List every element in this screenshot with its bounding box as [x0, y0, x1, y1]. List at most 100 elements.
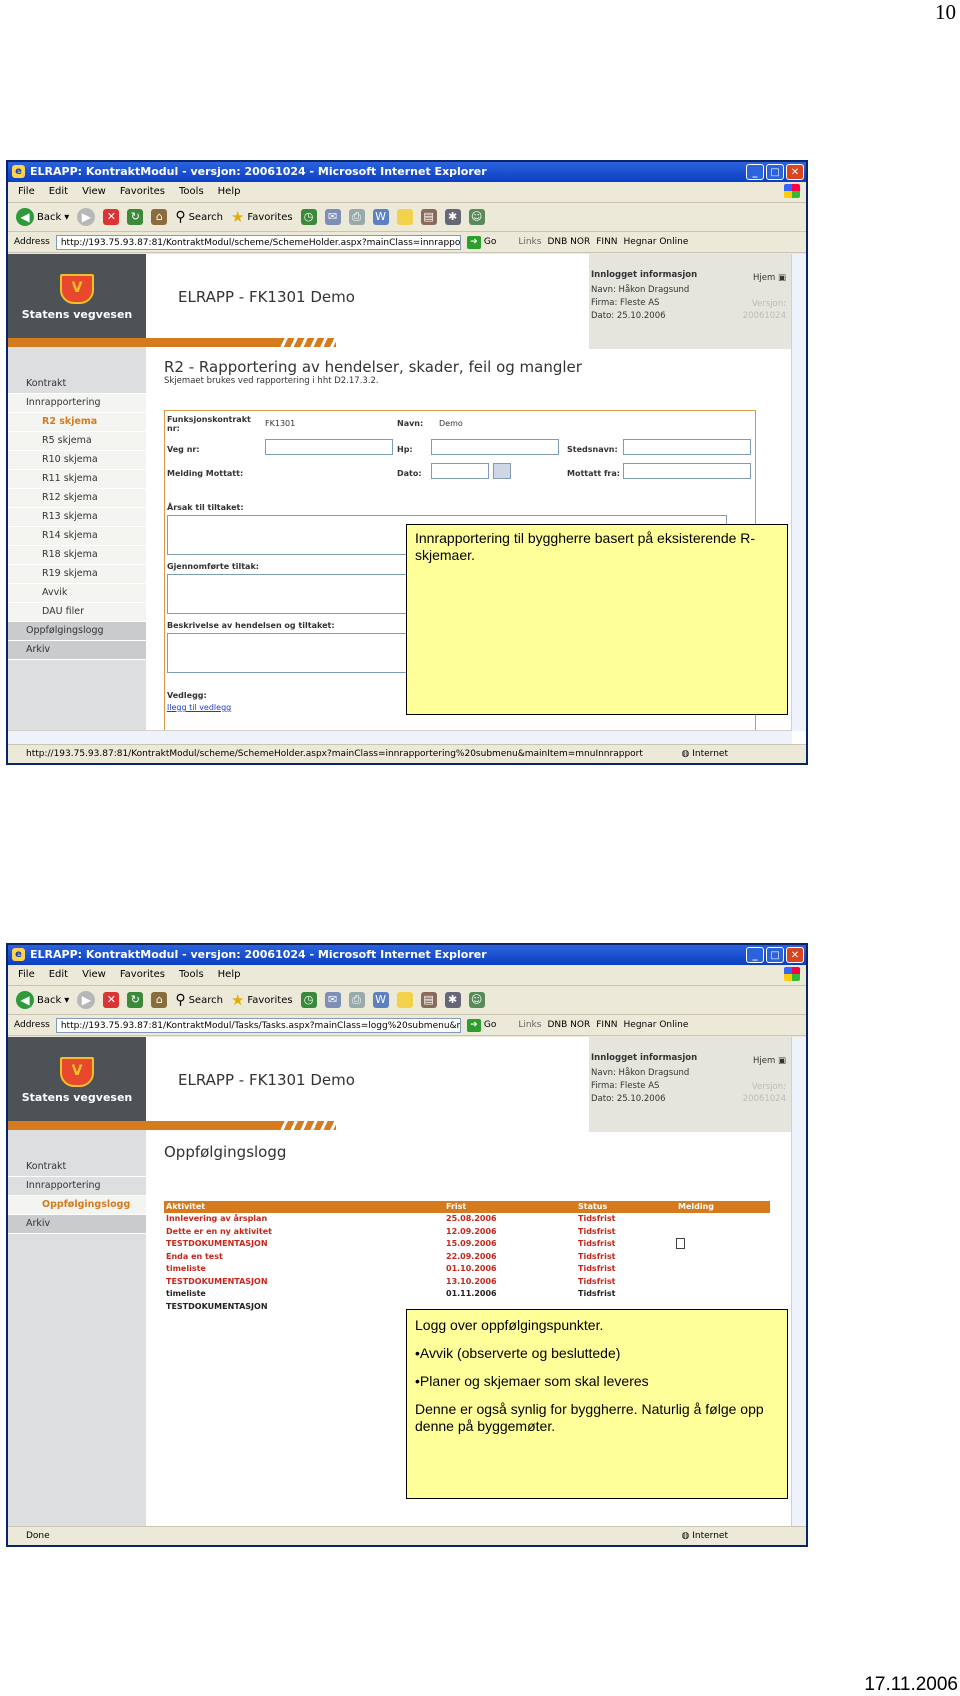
nav-innrapportering[interactable]: Innrapportering	[8, 394, 146, 413]
search-button[interactable]: ⚲ Search	[175, 992, 223, 1008]
close-button[interactable]: ✕	[786, 947, 804, 963]
home-icon[interactable]: ⌂	[151, 209, 168, 225]
maximize-button[interactable]: □	[766, 164, 784, 180]
nav-r19[interactable]: R19 skjema	[8, 565, 146, 584]
col-status: Status	[578, 1202, 608, 1211]
menu-file[interactable]: File	[18, 182, 35, 202]
hp-input[interactable]	[431, 439, 559, 455]
nav-kontrakt[interactable]: Kontrakt	[8, 1158, 146, 1177]
note-icon[interactable]	[396, 209, 413, 225]
nav-r14[interactable]: R14 skjema	[8, 527, 146, 546]
menu-favorites[interactable]: Favorites	[120, 965, 165, 985]
horizontal-scrollbar[interactable]	[8, 730, 792, 745]
plugin-icon[interactable]: ✱	[444, 209, 461, 225]
nav-oppfolgingslogg[interactable]: Oppfølgingslogg	[8, 622, 146, 641]
vertical-scrollbar[interactable]	[791, 1037, 806, 1527]
address-label: Address	[14, 1020, 50, 1030]
stedsnavn-input[interactable]	[623, 439, 751, 455]
history-icon[interactable]: ◷	[300, 992, 317, 1008]
link-finn[interactable]: FINN	[596, 1020, 617, 1030]
nav-r2[interactable]: R2 skjema	[8, 413, 146, 432]
link-hegnar[interactable]: Hegnar Online	[624, 237, 689, 247]
minimize-button[interactable]: _	[746, 164, 764, 180]
stop-icon[interactable]: ✕	[103, 992, 120, 1008]
menu-tools[interactable]: Tools	[179, 965, 204, 985]
close-button[interactable]: ✕	[786, 164, 804, 180]
message-icon[interactable]	[676, 1238, 685, 1249]
back-button[interactable]: ◀ Back ▾	[16, 208, 69, 226]
vertical-scrollbar[interactable]	[791, 254, 806, 731]
favorites-button[interactable]: ★ Favorites	[231, 991, 293, 1009]
version-label: Versjon:	[751, 1082, 786, 1092]
messenger-icon[interactable]: ☺	[468, 209, 485, 225]
forward-button[interactable]: ▶	[77, 208, 96, 226]
plugin-icon[interactable]: ✱	[444, 992, 461, 1008]
print-icon[interactable]: ⎙	[348, 992, 365, 1008]
maximize-button[interactable]: □	[766, 947, 784, 963]
table-row[interactable]: Innlevering av årsplan 25.08.2006 Tidsfris…	[164, 1213, 770, 1226]
link-hegnar[interactable]: Hegnar Online	[624, 1020, 689, 1030]
home-link[interactable]: Hjem ▣	[753, 1056, 786, 1066]
nav-r18[interactable]: R18 skjema	[8, 546, 146, 565]
home-icon[interactable]: ⌂	[151, 992, 168, 1008]
table-row[interactable]: Dette er en ny aktivitet 12.09.2006 Tidsfr…	[164, 1226, 770, 1239]
nav-avvik[interactable]: Avvik	[8, 584, 146, 603]
link-dnb[interactable]: DNB NOR	[547, 237, 590, 247]
refresh-icon[interactable]: ↻	[127, 992, 144, 1008]
nav-arkiv[interactable]: Arkiv	[8, 641, 146, 660]
back-button[interactable]: ◀ Back ▾	[16, 991, 69, 1009]
menu-help[interactable]: Help	[218, 965, 241, 985]
address-input[interactable]: http://193.75.93.87:81/KontraktModul/Tas…	[55, 1017, 461, 1033]
forward-button[interactable]: ▶	[77, 991, 96, 1009]
veg-nr-input[interactable]	[265, 439, 393, 455]
link-dnb[interactable]: DNB NOR	[547, 1020, 590, 1030]
refresh-icon[interactable]: ↻	[127, 209, 144, 225]
link-finn[interactable]: FINN	[596, 237, 617, 247]
menu-view[interactable]: View	[82, 182, 106, 202]
edit-icon[interactable]: W	[372, 992, 389, 1008]
menu-view[interactable]: View	[82, 965, 106, 985]
mail-icon[interactable]: ✉	[324, 209, 341, 225]
nav-dau[interactable]: DAU filer	[8, 603, 146, 622]
table-row[interactable]: TESTDOKUMENTASJON 13.10.2006 Tidsfrist	[164, 1276, 770, 1289]
nav-r11[interactable]: R11 skjema	[8, 470, 146, 489]
home-link[interactable]: Hjem ▣	[753, 273, 786, 283]
mottatt-fra-input[interactable]	[623, 463, 751, 479]
calendar-icon[interactable]	[493, 463, 511, 479]
menu-favorites[interactable]: Favorites	[120, 182, 165, 202]
favorites-button[interactable]: ★ Favorites	[231, 208, 293, 226]
stop-icon[interactable]: ✕	[103, 209, 120, 225]
table-row[interactable]: timeliste 01.10.2006 Tidsfrist	[164, 1263, 770, 1276]
table-row[interactable]: Enda en test 22.09.2006 Tidsfrist	[164, 1251, 770, 1264]
nav-r12[interactable]: R12 skjema	[8, 489, 146, 508]
nav-innrapportering[interactable]: Innrapportering	[8, 1177, 146, 1196]
nav-arkiv[interactable]: Arkiv	[8, 1215, 146, 1234]
research-icon[interactable]: ▤	[420, 209, 437, 225]
nav-r13[interactable]: R13 skjema	[8, 508, 146, 527]
add-attachment-link[interactable]: llegg til vedlegg	[167, 703, 231, 712]
menu-tools[interactable]: Tools	[179, 182, 204, 202]
search-button[interactable]: ⚲ Search	[175, 209, 223, 225]
menu-edit[interactable]: Edit	[49, 965, 68, 985]
table-row[interactable]: timeliste 01.11.2006 Tidsfrist	[164, 1288, 770, 1301]
edit-icon[interactable]: W	[372, 209, 389, 225]
table-row[interactable]: TESTDOKUMENTASJON 15.09.2006 Tidsfrist	[164, 1238, 770, 1251]
nav-r10[interactable]: R10 skjema	[8, 451, 146, 470]
messenger-icon[interactable]: ☺	[468, 992, 485, 1008]
menu-help[interactable]: Help	[218, 182, 241, 202]
menu-edit[interactable]: Edit	[49, 182, 68, 202]
address-input[interactable]: http://193.75.93.87:81/KontraktModul/sch…	[55, 234, 461, 250]
research-icon[interactable]: ▤	[420, 992, 437, 1008]
mail-icon[interactable]: ✉	[324, 992, 341, 1008]
minimize-button[interactable]: _	[746, 947, 764, 963]
nav-kontrakt[interactable]: Kontrakt	[8, 375, 146, 394]
dato-input[interactable]	[431, 463, 489, 479]
print-icon[interactable]: ⎙	[348, 209, 365, 225]
nav-r5[interactable]: R5 skjema	[8, 432, 146, 451]
go-button[interactable]: ➜ Go	[466, 235, 496, 249]
go-button[interactable]: ➜ Go	[466, 1018, 496, 1032]
nav-oppfolgingslogg[interactable]: Oppfølgingslogg	[8, 1196, 146, 1215]
note-icon[interactable]	[396, 992, 413, 1008]
menu-file[interactable]: File	[18, 965, 35, 985]
history-icon[interactable]: ◷	[300, 209, 317, 225]
